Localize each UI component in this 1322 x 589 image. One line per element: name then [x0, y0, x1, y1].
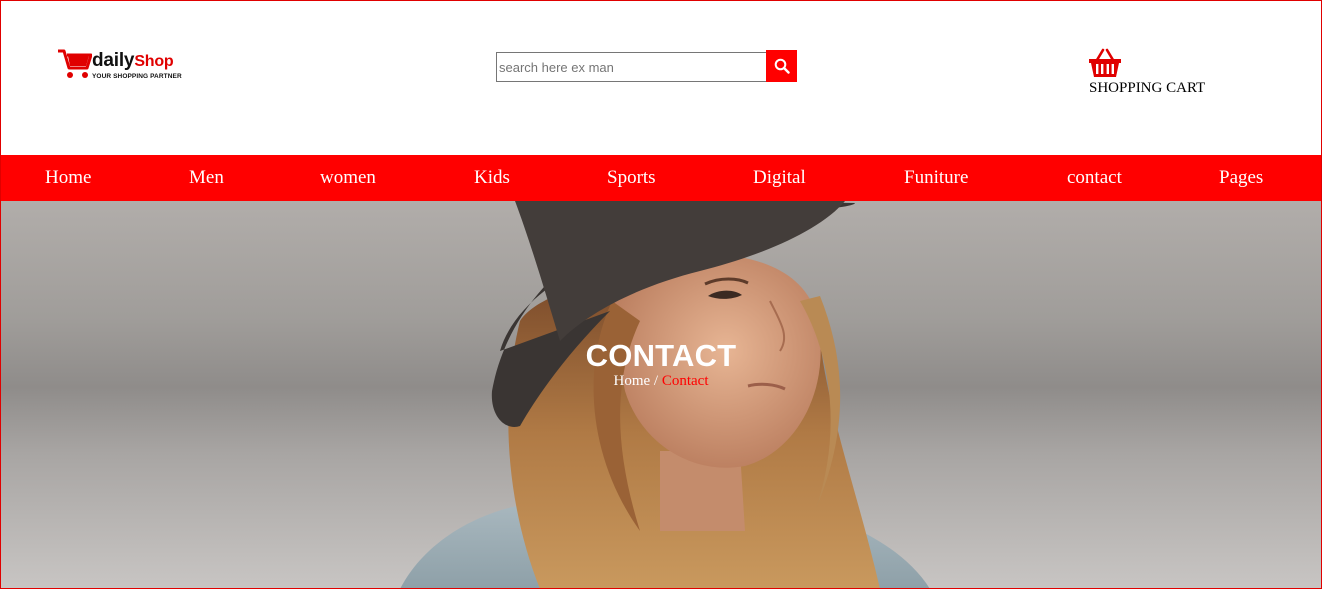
search-bar: [496, 50, 798, 82]
nav-item-digital[interactable]: Digital: [753, 167, 806, 189]
main-nav: Home Men women Kids Sports Digital Funit…: [0, 155, 1322, 201]
brand-name: dailyShop: [92, 50, 174, 72]
breadcrumb: Home / Contact: [0, 373, 1322, 390]
nav-item-furniture[interactable]: Funiture: [904, 167, 968, 189]
search-input[interactable]: [496, 52, 767, 82]
breadcrumb-separator: /: [650, 373, 662, 389]
nav-item-sports[interactable]: Sports: [607, 167, 656, 189]
nav-item-home[interactable]: Home: [45, 167, 91, 189]
nav-item-women[interactable]: women: [320, 167, 376, 189]
brand-name-shop: Shop: [134, 53, 174, 70]
shopping-cart-label: SHOPPING CART: [1089, 80, 1206, 96]
site-header: dailyShop YOUR SHOPPING PARTNER SHOPPING…: [0, 0, 1322, 155]
search-icon: [774, 58, 790, 74]
page-title: CONTACT: [585, 338, 737, 373]
search-button[interactable]: [766, 50, 797, 82]
brand-tagline: YOUR SHOPPING PARTNER: [92, 73, 182, 80]
brand-name-daily: daily: [92, 50, 135, 71]
nav-item-men[interactable]: Men: [189, 167, 224, 189]
breadcrumb-current: Contact: [661, 373, 709, 389]
breadcrumb-home-link[interactable]: Home: [614, 373, 651, 389]
hero-banner: CONTACT Home / Contact: [0, 201, 1322, 589]
shopping-cart-icon: [58, 49, 92, 78]
nav-item-kids[interactable]: Kids: [474, 167, 510, 189]
hero-photo: [400, 201, 930, 589]
basket-icon: [1089, 48, 1121, 77]
shopping-cart-link[interactable]: SHOPPING CART: [1088, 48, 1218, 98]
brand-logo[interactable]: dailyShop YOUR SHOPPING PARTNER: [58, 48, 208, 84]
nav-item-pages[interactable]: Pages: [1219, 167, 1263, 189]
nav-item-contact[interactable]: contact: [1067, 167, 1122, 189]
